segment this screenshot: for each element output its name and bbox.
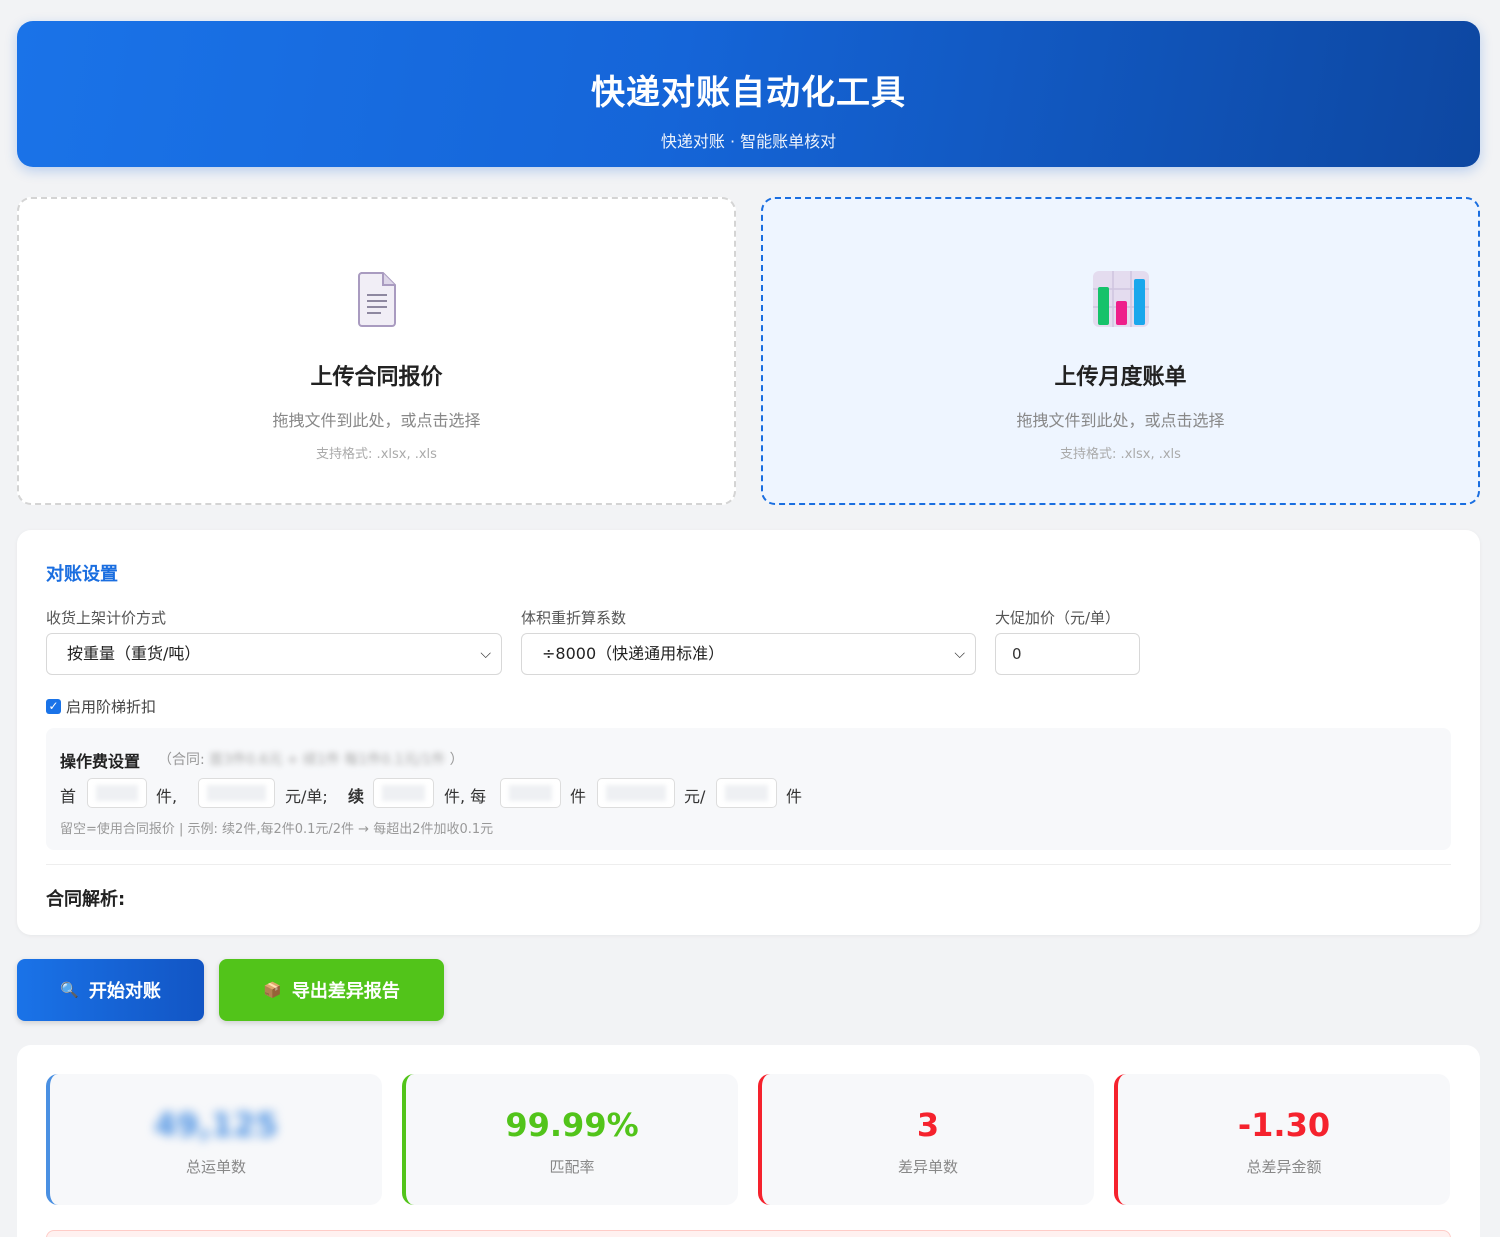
stat-value: -1.30	[1237, 1106, 1331, 1144]
stat-value: 49,125	[154, 1106, 278, 1144]
pricing-method-label: 收货上架计价方式	[46, 609, 167, 627]
export-report-label: 导出差异报告	[291, 981, 400, 1002]
upload-bill-title: 上传月度账单	[1054, 365, 1187, 390]
search-icon: 🔍	[60, 981, 79, 999]
pieces-label-2: 件	[570, 787, 587, 806]
stat-value: 3	[916, 1106, 940, 1144]
volume-factor-value: ÷8000（快递通用标准）	[542, 644, 725, 663]
stat-match-rate: 99.99% 匹配率	[402, 1074, 738, 1205]
stat-diff-count: 3 差异单数	[758, 1074, 1094, 1205]
per-pieces-input[interactable]	[716, 778, 777, 808]
yuan-slash-label: 元/	[684, 787, 706, 806]
page-subtitle: 快递对账 · 智能账单核对	[660, 132, 837, 151]
start-reconcile-label: 开始对账	[88, 981, 161, 1002]
continue-price-input[interactable]	[597, 778, 675, 808]
volume-factor-select[interactable]: ÷8000（快递通用标准） ⌵	[521, 633, 976, 675]
first-price-input[interactable]	[198, 778, 275, 808]
stat-label: 匹配率	[549, 1158, 595, 1176]
start-reconcile-button[interactable]: 🔍 开始对账	[17, 959, 204, 1021]
document-icon	[357, 272, 396, 327]
stat-label: 总差异金额	[1246, 1158, 1322, 1176]
tier-discount-label: 启用阶梯折扣	[66, 698, 157, 716]
divider	[46, 864, 1451, 865]
summary-value: 首3件0.6元 + 续1件 每1件0.1元/1件	[209, 752, 446, 768]
export-report-button[interactable]: 📦 导出差异报告	[219, 959, 444, 1021]
chevron-down-icon: ⌵	[954, 646, 965, 662]
first-label: 首	[60, 787, 77, 806]
summary-suffix: ）	[449, 752, 464, 768]
upload-contract-formats: 支持格式: .xlsx, .xls	[316, 447, 437, 462]
stat-value: 99.99%	[505, 1106, 639, 1144]
upload-contract-dropzone[interactable]: 上传合同报价 拖拽文件到此处，或点击选择 支持格式: .xlsx, .xls	[17, 197, 736, 505]
package-icon: 📦	[263, 981, 282, 999]
operation-fee-title: 操作费设置	[60, 752, 141, 771]
pieces-label-3: 件	[786, 787, 803, 806]
pieces-label: 件,	[156, 787, 178, 806]
stat-total-orders: 49,125 总运单数	[46, 1074, 382, 1205]
promo-surcharge-label: 大促加价（元/单）	[995, 609, 1121, 627]
upload-contract-hint: 拖拽文件到此处，或点击选择	[272, 411, 481, 430]
tier-discount-checkbox[interactable]: ✓ 启用阶梯折扣	[46, 696, 156, 717]
operation-fee-row: 首 件, 元/单; 续 件, 每 件 元/ 件	[46, 778, 1451, 808]
pricing-method-select[interactable]: 按重量（重货/吨） ⌵	[46, 633, 502, 675]
pricing-method-value: 按重量（重货/吨）	[67, 644, 201, 663]
first-pieces-input[interactable]	[87, 778, 147, 808]
chevron-down-icon: ⌵	[480, 646, 491, 662]
volume-factor-label: 体积重折算系数	[521, 609, 627, 627]
yuan-per-order-label: 元/单;	[285, 787, 328, 806]
continue-label: 续	[348, 787, 365, 806]
operation-fee-section: 操作费设置 （合同: 首3件0.6元 + 续1件 每1件0.1元/1件 ） 首 …	[46, 728, 1451, 850]
operation-fee-note: 留空=使用合同报价 | 示例: 续2件,每2件0.1元/2件 → 每超出2件加收…	[60, 822, 494, 837]
stats-panel: 49,125 总运单数 99.99% 匹配率 3 差异单数 -1.30 总差异金…	[17, 1045, 1480, 1237]
app-header: 快递对账自动化工具 快递对账 · 智能账单核对	[17, 21, 1480, 167]
operation-fee-contract-summary: （合同: 首3件0.6元 + 续1件 每1件0.1元/1件 ）	[158, 749, 464, 769]
diff-alert-banner	[46, 1230, 1451, 1237]
promo-surcharge-input[interactable]: 0	[995, 633, 1140, 675]
checkmark-icon: ✓	[46, 699, 61, 714]
bar-chart-icon	[1092, 271, 1149, 327]
contract-parse-label: 合同解析:	[46, 889, 126, 910]
upload-bill-dropzone[interactable]: 上传月度账单 拖拽文件到此处，或点击选择 支持格式: .xlsx, .xls	[761, 197, 1480, 505]
stat-diff-amount: -1.30 总差异金额	[1114, 1074, 1450, 1205]
each-pieces-input[interactable]	[500, 778, 561, 808]
upload-bill-hint: 拖拽文件到此处，或点击选择	[1016, 411, 1225, 430]
stat-label: 总运单数	[185, 1158, 246, 1176]
upload-contract-title: 上传合同报价	[310, 365, 443, 390]
pieces-each-label: 件, 每	[444, 787, 487, 806]
page-title: 快递对账自动化工具	[591, 73, 906, 113]
settings-panel: 对账设置 收货上架计价方式 按重量（重货/吨） ⌵ 体积重折算系数 ÷8000（…	[17, 530, 1480, 935]
upload-bill-formats: 支持格式: .xlsx, .xls	[1060, 447, 1181, 462]
continue-pieces-input[interactable]	[373, 778, 434, 808]
stat-label: 差异单数	[897, 1158, 958, 1176]
summary-prefix: （合同:	[158, 752, 205, 768]
settings-title: 对账设置	[46, 564, 118, 585]
